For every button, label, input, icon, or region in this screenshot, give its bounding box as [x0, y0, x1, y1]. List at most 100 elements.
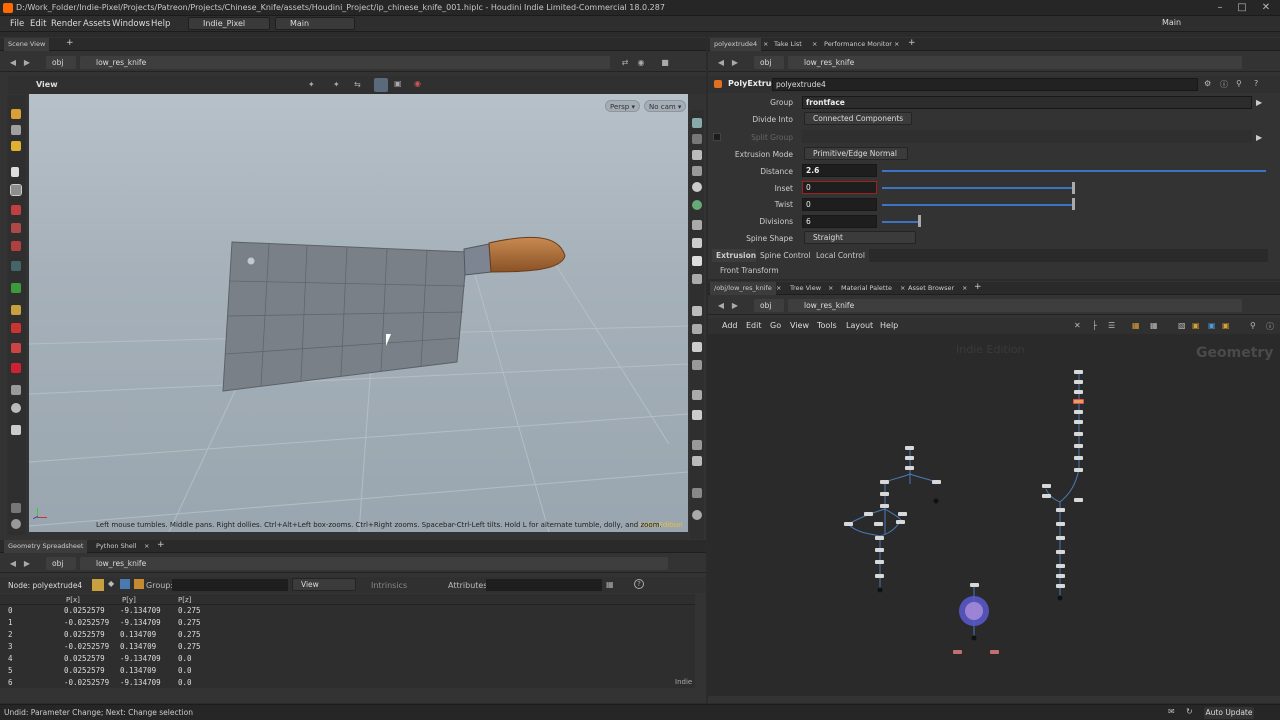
right-workspace-select[interactable]: Main [1148, 17, 1224, 30]
help-icon[interactable]: ? [1254, 79, 1258, 88]
list-icon[interactable]: ☰ [1108, 321, 1115, 330]
divisions-slider-handle[interactable] [918, 215, 921, 227]
network-menu-view[interactable]: View [790, 321, 809, 330]
info-icon[interactable]: ⓘ [1220, 79, 1228, 90]
tab-spine-control[interactable]: Spine Control [756, 249, 815, 262]
back-arrow-icon[interactable]: ◀ [8, 58, 18, 68]
sticky-icon[interactable]: ▣ [1192, 321, 1200, 330]
menu-edit[interactable]: Edit [30, 19, 46, 29]
tab-geometry-spreadsheet[interactable]: Geometry Spreadsheet [4, 540, 88, 553]
menu-windows[interactable]: Windows [112, 19, 150, 29]
vertex-mode-icon[interactable]: ◆ [108, 579, 114, 588]
network-node[interactable] [1074, 468, 1083, 472]
display-icon-h[interactable] [692, 256, 702, 266]
network-node[interactable] [875, 574, 884, 578]
network-node[interactable] [896, 520, 905, 524]
network-node[interactable] [990, 650, 999, 654]
prim-mode-icon[interactable] [120, 579, 130, 589]
camera-icon[interactable]: ▣ [394, 79, 402, 88]
twist-slider[interactable] [882, 204, 1074, 206]
network-node[interactable] [1056, 584, 1065, 588]
scale-tool-icon[interactable] [11, 223, 21, 233]
path-crumb-node[interactable]: low_res_knife [80, 56, 610, 69]
edit-tool-icon[interactable] [11, 125, 21, 135]
pose-tool-icon[interactable] [11, 261, 21, 271]
help-icon[interactable]: ? [634, 579, 644, 589]
network-node[interactable] [898, 512, 907, 516]
network-node[interactable] [1056, 508, 1065, 512]
network-node[interactable] [880, 480, 889, 484]
network-node[interactable] [1056, 522, 1065, 526]
display-icon-b[interactable] [692, 134, 702, 144]
tab-material-palette[interactable]: Material Palette [837, 282, 896, 295]
filter-icon[interactable]: ▦ [606, 580, 614, 589]
tab-local-control[interactable]: Local Control [812, 249, 869, 262]
display-icon-j[interactable] [692, 306, 702, 316]
distance-slider[interactable] [882, 170, 1266, 172]
close-tab-icon[interactable]: × [772, 282, 785, 295]
table-row[interactable]: 6 -0.0252579 -9.134709 0.0 [0, 678, 695, 690]
add-tab-icon[interactable]: + [62, 37, 78, 50]
forward-arrow-icon[interactable]: ▶ [22, 559, 32, 569]
scene-tool-a-icon[interactable]: ■ [660, 58, 670, 68]
divisions-slider[interactable] [882, 221, 920, 223]
forward-arrow-icon[interactable]: ▶ [730, 301, 740, 311]
3d-viewport[interactable]: Persp ▾ No cam ▾ Indie Edition [29, 94, 688, 532]
lasso-tool-icon[interactable] [11, 323, 21, 333]
display-icon-i[interactable] [692, 274, 702, 284]
persp-button[interactable]: Persp ▾ [605, 100, 640, 112]
tab-performance-monitor[interactable]: Performance Monitor [820, 38, 896, 51]
path-crumb-obj[interactable]: obj [754, 299, 784, 312]
table-row[interactable]: 4 0.0252579 -9.134709 0.0 [0, 654, 695, 666]
display-icon-n[interactable] [692, 390, 702, 400]
network-menu-edit[interactable]: Edit [746, 321, 762, 330]
close-icon[interactable]: ✕ [1256, 1, 1276, 15]
menu-help[interactable]: Help [151, 19, 170, 29]
network-node[interactable] [905, 456, 914, 460]
select-tool-icon[interactable] [11, 109, 21, 119]
attributes-field[interactable] [486, 579, 602, 591]
display-options-icon[interactable] [11, 503, 21, 513]
select-mode-icon[interactable] [374, 78, 388, 92]
network-node[interactable] [1056, 536, 1065, 540]
note-icon[interactable]: ▧ [1178, 321, 1186, 330]
camera-button[interactable]: No cam ▾ [644, 100, 687, 112]
magnet-tool-icon[interactable] [11, 305, 21, 315]
node-name-field[interactable]: polyextrude4 [772, 78, 1198, 91]
network-node[interactable] [1074, 410, 1083, 414]
menu-assets[interactable]: Assets [83, 19, 111, 29]
display-icon-r[interactable] [692, 488, 702, 498]
network-menu-add[interactable]: Add [722, 321, 738, 330]
tab-scene-view[interactable]: Scene View [4, 38, 50, 51]
record-icon[interactable]: ◉ [414, 79, 421, 88]
back-arrow-icon[interactable]: ◀ [8, 559, 18, 569]
display-icon-e[interactable] [692, 200, 702, 210]
network-node[interactable] [874, 522, 883, 526]
maximize-icon[interactable]: □ [1232, 1, 1252, 15]
tab-extrusion[interactable]: Extrusion [712, 249, 761, 262]
network-node[interactable] [875, 560, 884, 564]
tab-polyextrude4[interactable]: polyextrude4 [710, 38, 762, 51]
network-node[interactable] [1056, 574, 1065, 578]
table-row[interactable]: 3 -0.0252579 0.134709 0.275 [0, 642, 695, 654]
spine-shape-dropdown[interactable]: Straight [804, 231, 916, 244]
twist-slider-handle[interactable] [1072, 198, 1075, 210]
display-icon-p[interactable] [692, 440, 702, 450]
grid-icon[interactable]: ▦ [1132, 321, 1140, 330]
badge-icon[interactable]: ▣ [1222, 321, 1230, 330]
point-snap-icon[interactable]: ⇆ [354, 80, 361, 89]
path-crumb-node[interactable]: low_res_knife [80, 557, 668, 570]
view-dropdown[interactable]: View [292, 578, 356, 591]
auto-update-dropdown[interactable]: Auto Update [1204, 707, 1254, 719]
network-menu-tools[interactable]: Tools [817, 321, 837, 330]
network-node[interactable] [970, 583, 979, 587]
detail-mode-icon[interactable] [134, 579, 144, 589]
search-icon[interactable]: ⚲ [1236, 79, 1242, 88]
tab-tree-view[interactable]: Tree View [786, 282, 825, 295]
display-icon-m[interactable] [692, 360, 702, 370]
network-node[interactable] [953, 650, 962, 654]
network-node[interactable] [880, 492, 889, 496]
network-editor[interactable]: Indie Edition Geometry [708, 334, 1280, 696]
add-tab-icon[interactable]: + [904, 37, 920, 50]
tab-network[interactable]: /obj/low_res_knife [710, 282, 776, 295]
